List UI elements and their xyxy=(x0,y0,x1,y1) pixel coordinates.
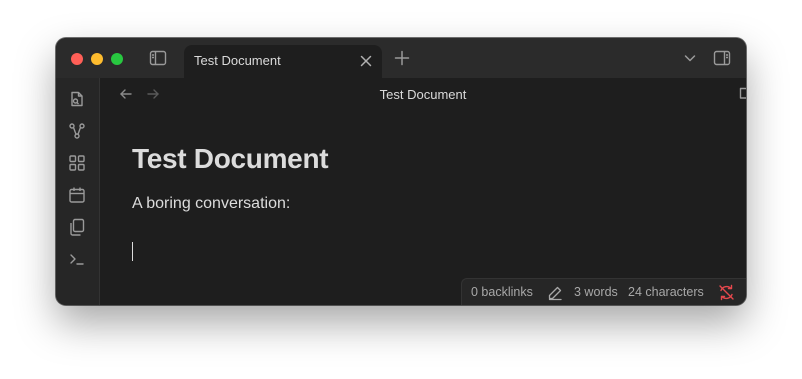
app-window: Test Document Test Document Test Documen… xyxy=(56,38,746,305)
graph-view-icon[interactable] xyxy=(68,122,86,140)
new-tab-icon[interactable] xyxy=(394,50,410,66)
editor-content[interactable]: Test Document A boring conversation: xyxy=(132,143,329,261)
view-title: Test Document xyxy=(379,87,467,102)
templates-icon[interactable] xyxy=(68,218,86,236)
reading-view-icon[interactable] xyxy=(739,86,746,102)
sidebar-toggle-icon[interactable] xyxy=(149,49,167,67)
text-cursor xyxy=(132,242,133,261)
close-tab-icon[interactable] xyxy=(358,53,374,69)
daily-note-icon[interactable] xyxy=(68,186,86,204)
minimize-window-button[interactable] xyxy=(91,53,103,65)
tab-test-document[interactable]: Test Document xyxy=(184,45,382,78)
command-palette-icon[interactable] xyxy=(68,250,86,268)
left-ribbon xyxy=(56,78,100,305)
right-sidebar-toggle-icon[interactable] xyxy=(713,49,731,67)
status-bar: 0 backlinks 3 words 24 characters xyxy=(461,278,746,305)
view-header: Test Document xyxy=(100,78,746,110)
character-count: 24 characters xyxy=(628,285,704,299)
sync-status-icon[interactable] xyxy=(718,284,735,301)
document-paragraph[interactable]: A boring conversation: xyxy=(132,195,290,213)
chevron-down-icon[interactable] xyxy=(683,51,697,65)
canvas-icon[interactable] xyxy=(68,154,86,172)
open-quick-switcher-icon[interactable] xyxy=(68,90,86,108)
title-bar: Test Document xyxy=(56,38,746,78)
tab-title: Test Document xyxy=(194,53,281,68)
word-count: 3 words xyxy=(574,285,618,299)
edit-mode-icon[interactable] xyxy=(547,285,563,301)
document-heading[interactable]: Test Document xyxy=(132,143,329,175)
zoom-window-button[interactable] xyxy=(111,53,123,65)
close-window-button[interactable] xyxy=(71,53,83,65)
backlinks-count[interactable]: 0 backlinks xyxy=(471,285,533,299)
